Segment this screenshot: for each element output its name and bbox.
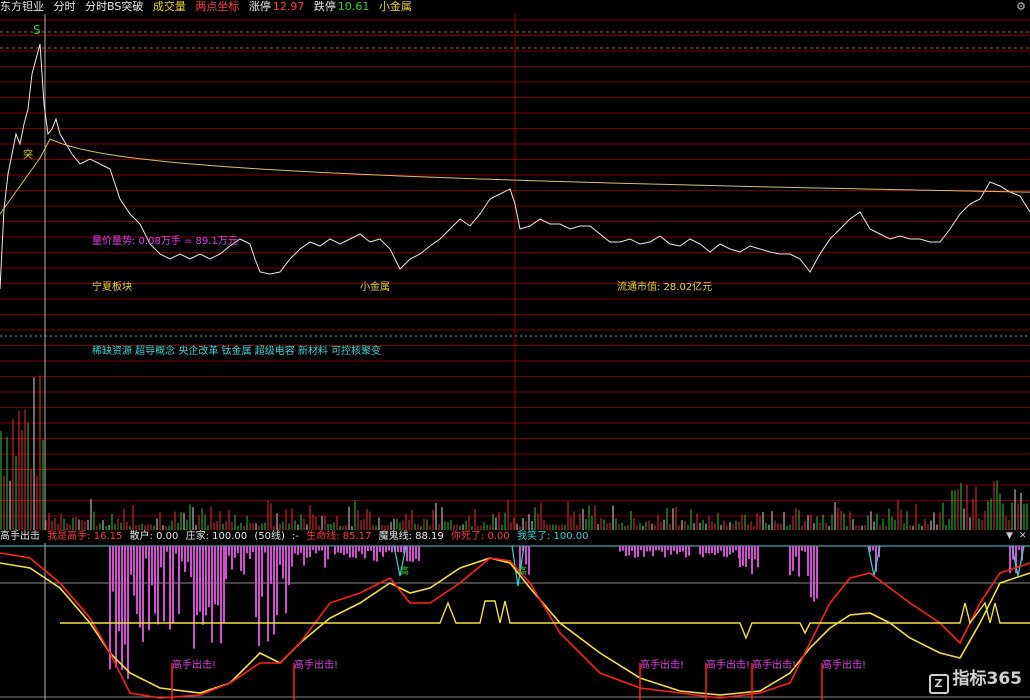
- mode-bs-breakout[interactable]: 分时BS突破: [85, 0, 143, 13]
- indicator-label[interactable]: 两点坐标: [195, 0, 239, 13]
- market-cap: 流通市值: 28.02亿元: [617, 282, 713, 293]
- signal-label: 高手出击!: [294, 660, 339, 671]
- signal-label: 高手出击!: [822, 660, 867, 671]
- value-zhuangjia: 庄家: 100.00: [185, 531, 248, 542]
- signal-label: 高手出击!: [706, 660, 751, 671]
- chevron-down-icon[interactable]: ▼: [1006, 531, 1013, 541]
- value-wo-xiao-le: 我笑了: 100.00: [516, 531, 589, 542]
- volume-label[interactable]: 成交量: [153, 0, 186, 13]
- gear-icon[interactable]: ⚙: [1016, 0, 1026, 13]
- price-grid: [0, 14, 1030, 530]
- limit-down-label: 跌停: [313, 0, 336, 13]
- indicator-chart: [0, 543, 1030, 700]
- z-logo-icon: Z: [928, 674, 949, 694]
- limit-up-value: 12.97: [272, 0, 305, 13]
- value-line50: (50线): [254, 531, 285, 542]
- chart-header: 东方钽业 分时 分时BS突破 成交量 两点坐标 涨停 12.97 跌停 10.61 …: [0, 0, 1030, 14]
- signal-label: 高手出击!: [640, 660, 685, 671]
- volume-bars: [0, 375, 1028, 530]
- close-icon[interactable]: ✕: [1019, 531, 1027, 541]
- hao-marker: 高: [518, 567, 528, 577]
- volume-trend-text: 量价量势: 0.08万手 = 89.1万元: [92, 236, 238, 247]
- indicator-bars: [109, 545, 1025, 679]
- concept-tags: 稀缺资源 超导概念 央企改革 钛金属 超级电容 新材料 可控核聚变: [92, 346, 382, 357]
- mode-intraday[interactable]: 分时: [54, 0, 76, 13]
- value-wo-shi-gaoshou: 我是高手: 16.15: [47, 531, 123, 542]
- value-sanhu: 散户: 0.00: [129, 531, 179, 542]
- value-mogui: 魔鬼线: 88.19: [378, 531, 444, 542]
- watermark-text: 指标365: [952, 669, 1023, 689]
- value-ni-si-le: 你死了: 0.00: [450, 531, 510, 542]
- board-label: 宁夏板块: [92, 282, 132, 293]
- indicator-title-bar: 高手出击 我是高手: 16.15 散户: 0.00 庄家: 100.00 (50…: [0, 530, 1030, 543]
- stock-name[interactable]: 东方钽业: [0, 0, 44, 13]
- signal-label: 高手出击!: [752, 660, 797, 671]
- price-volume-chart: [0, 14, 1030, 530]
- signal-tu: 突: [23, 150, 33, 161]
- value-dash: :-: [292, 531, 300, 542]
- sector-label[interactable]: 小金属: [379, 0, 412, 13]
- watermark: Z 指标365: [928, 664, 1023, 694]
- limit-down-value: 10.61: [337, 0, 370, 13]
- indicator-name[interactable]: 高手出击: [0, 531, 40, 542]
- signal-label: 高手出击!: [172, 660, 217, 671]
- value-shengming: 生命线: 85.17: [306, 531, 372, 542]
- hao-marker: 高: [400, 567, 410, 577]
- limit-up-label: 涨停: [248, 0, 271, 13]
- sector-text: 小金属: [360, 282, 390, 293]
- signal-s: S: [33, 23, 41, 37]
